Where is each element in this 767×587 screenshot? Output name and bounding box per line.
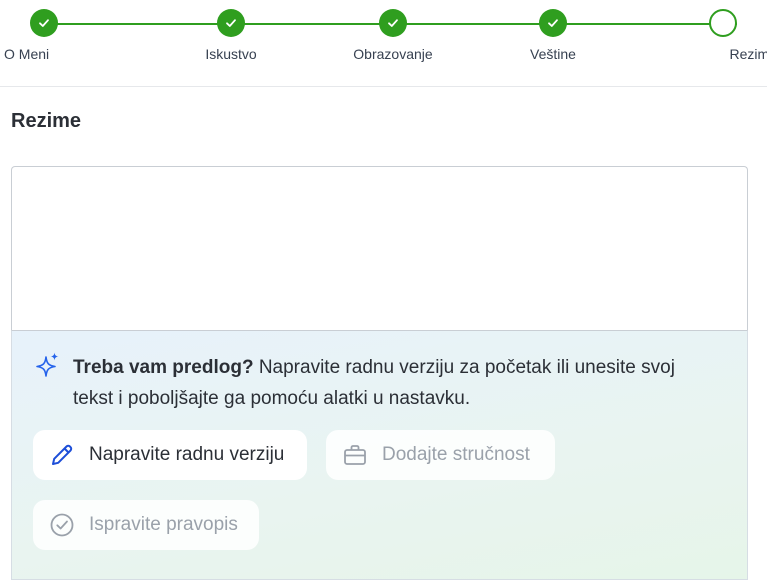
step-done-check-icon	[379, 9, 407, 37]
step-label: Obrazovanje	[353, 46, 433, 62]
step-label: O Meni	[4, 46, 50, 62]
step-education[interactable]: Obrazovanje	[333, 0, 453, 80]
step-done-check-icon	[30, 9, 58, 37]
summary-text-editor[interactable]	[11, 166, 748, 330]
fix-spelling-label: Ispravite pravopis	[89, 514, 238, 535]
step-about-me[interactable]: O Meni	[0, 0, 104, 80]
step-experience[interactable]: Iskustvo	[171, 0, 291, 80]
step-label: Veštine	[530, 46, 576, 62]
fix-spelling-button[interactable]: Ispravite pravopis	[33, 500, 259, 550]
section-title: Rezime	[11, 110, 82, 132]
briefcase-icon	[344, 445, 366, 465]
create-draft-label: Napravite radnu verziju	[89, 444, 285, 465]
step-done-check-icon	[539, 9, 567, 37]
step-done-check-icon	[217, 9, 245, 37]
progress-stepper: O Meni Iskustvo Obrazovanje Veštine Rezi…	[0, 0, 767, 87]
step-label: Iskustvo	[205, 46, 257, 62]
step-skills[interactable]: Veštine	[493, 0, 613, 80]
sparkle-icon	[36, 352, 59, 377]
suggestion-panel: Treba vam predlog? Napravite radnu verzi…	[11, 330, 748, 580]
step-label: Rezime	[729, 46, 767, 62]
suggestion-text: Treba vam predlog? Napravite radnu verzi…	[73, 352, 713, 414]
check-circle-icon	[50, 513, 74, 537]
step-current-circle-icon	[709, 9, 737, 37]
add-expertise-label: Dodajte stručnost	[382, 444, 530, 465]
resume-summary-page: O Meni Iskustvo Obrazovanje Veštine Rezi…	[0, 0, 767, 587]
create-draft-button[interactable]: Napravite radnu verziju	[33, 430, 307, 480]
pencil-icon	[52, 444, 73, 465]
step-summary[interactable]: Rezime	[663, 0, 767, 80]
suggestion-lead: Treba vam predlog?	[73, 357, 254, 378]
add-expertise-button[interactable]: Dodajte stručnost	[326, 430, 555, 480]
